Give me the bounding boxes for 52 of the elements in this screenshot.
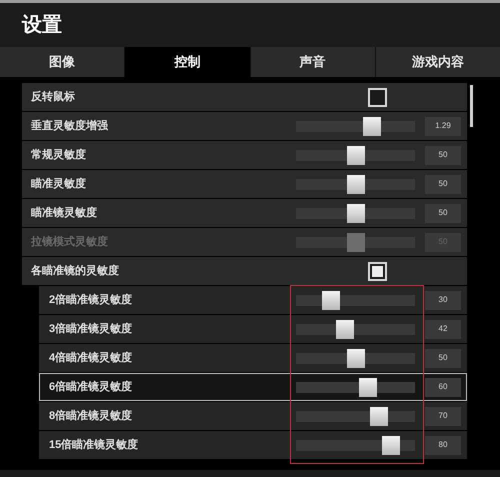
setting-row[interactable]: 瞄准灵敏度 50	[22, 170, 467, 198]
value-readout: 50	[425, 204, 461, 222]
value-readout: 42	[425, 320, 461, 338]
slider-thumb[interactable]	[382, 436, 400, 454]
value-readout: 70	[425, 406, 461, 426]
slider-thumb[interactable]	[346, 174, 364, 194]
setting-row[interactable]: 各瞄准镜的灵敏度	[22, 257, 467, 285]
value-readout: 30	[425, 290, 461, 310]
setting-label: 3倍瞄准镜灵敏度	[49, 322, 132, 337]
value-readout: 50	[425, 348, 461, 368]
setting-label: 8倍瞄准镜灵敏度	[49, 408, 132, 424]
tab[interactable]: 游戏内容	[374, 47, 500, 77]
slider-thumb[interactable]	[346, 204, 364, 222]
setting-label: 瞄准灵敏度	[31, 176, 86, 192]
setting-row[interactable]: 8倍瞄准镜灵敏度 70	[39, 402, 467, 430]
setting-label: 4倍瞄准镜灵敏度	[49, 350, 132, 366]
value-readout: 60	[425, 378, 461, 396]
setting-label: 拉镜模式灵敏度	[31, 234, 108, 250]
value-readout: 1.29	[425, 116, 461, 136]
value-readout: 50	[425, 146, 461, 164]
setting-label: 6倍瞄准镜灵敏度	[49, 380, 132, 395]
setting-row[interactable]: 垂直灵敏度增强 1.29	[22, 112, 467, 140]
slider-thumb[interactable]	[346, 348, 364, 368]
value-readout: 80	[425, 436, 461, 454]
setting-row[interactable]: 常规灵敏度 50	[22, 141, 467, 169]
slider-thumb[interactable]	[362, 116, 381, 136]
checkbox[interactable]	[368, 262, 387, 280]
slider-thumb[interactable]	[322, 290, 340, 310]
scrollbar-thumb[interactable]	[470, 85, 473, 127]
slider-thumb[interactable]	[358, 378, 377, 396]
setting-label: 瞄准镜灵敏度	[31, 206, 97, 221]
setting-row[interactable]: 6倍瞄准镜灵敏度 60	[39, 373, 467, 401]
setting-row[interactable]: 4倍瞄准镜灵敏度 50	[39, 344, 467, 372]
setting-label: 2倍瞄准镜灵敏度	[49, 292, 132, 308]
setting-row[interactable]: 15倍瞄准镜灵敏度 80	[39, 431, 467, 459]
tab[interactable]: 图像	[0, 47, 124, 77]
slider-thumb[interactable]	[370, 406, 388, 426]
checkbox[interactable]	[368, 88, 387, 106]
value-readout: 50	[425, 174, 461, 194]
slider-thumb[interactable]	[346, 146, 364, 164]
setting-label: 垂直灵敏度增强	[31, 118, 108, 134]
tab[interactable]: 声音	[250, 47, 375, 77]
setting-row[interactable]: 3倍瞄准镜灵敏度 42	[39, 315, 467, 343]
setting-row[interactable]: 2倍瞄准镜灵敏度 30	[39, 286, 467, 314]
setting-label: 各瞄准镜的灵敏度	[31, 264, 119, 279]
setting-label: 反转鼠标	[31, 90, 75, 105]
setting-label: 15倍瞄准镜灵敏度	[49, 438, 138, 453]
setting-label: 常规灵敏度	[31, 148, 86, 163]
window-title: 设置	[22, 13, 62, 38]
setting-row[interactable]: 瞄准镜灵敏度 50	[22, 199, 467, 227]
setting-row[interactable]: 反转鼠标	[22, 83, 467, 111]
slider-thumb[interactable]	[336, 320, 354, 338]
